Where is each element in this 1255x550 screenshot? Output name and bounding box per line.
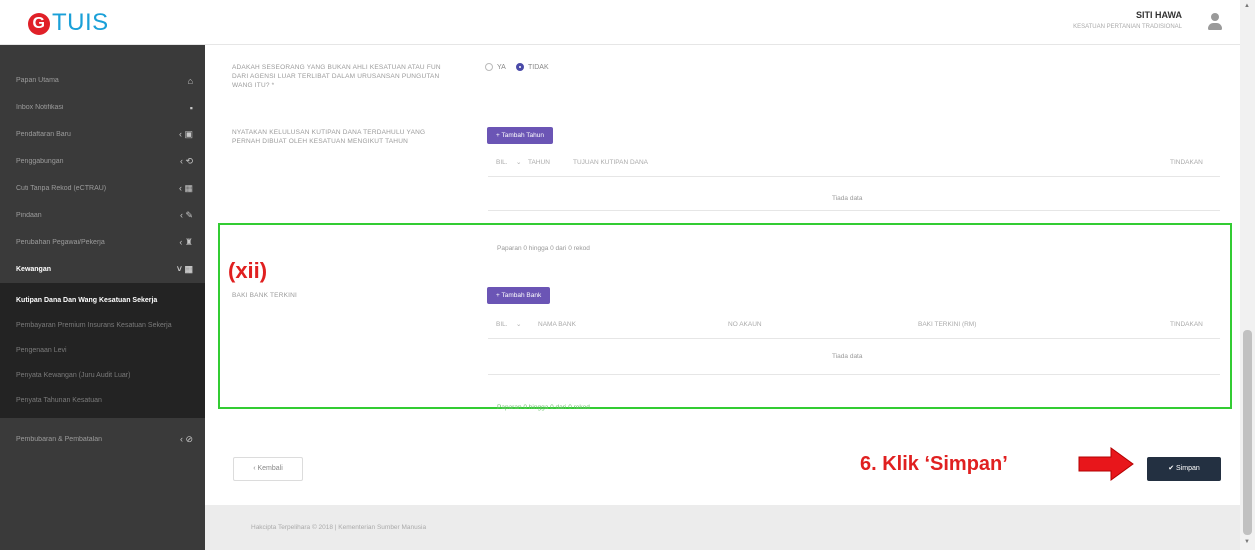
submenu-premium-insurans[interactable]: Pembayaran Premium Insurans Kesatuan Sek… xyxy=(0,313,205,338)
table-bank-header: BIL. ⌄ NAMA BANK NO AKAUN BAKI TERKINI (… xyxy=(488,310,1220,339)
sidebar-item-label: Inbox Notifikasi xyxy=(16,104,64,111)
sidebar-item-papan-utama[interactable]: Papan Utama ⌂ xyxy=(0,67,205,94)
col-bil: BIL. xyxy=(496,158,508,166)
sidebar-item-label: Pembubaran & Pembatalan xyxy=(16,436,102,443)
merge-icon: ‹ ⟲ xyxy=(179,156,193,166)
col-no-akaun[interactable]: NO AKAUN xyxy=(728,321,918,328)
sidebar-item-label: Pendaftaran Baru xyxy=(16,131,71,138)
user-info[interactable]: SITI HAWA KESATUAN PERTANIAN TRADISIONAL xyxy=(1073,10,1182,30)
document-icon: ‹ ▣ xyxy=(178,129,193,139)
annotation-label-xii: (xii) xyxy=(228,258,268,283)
finance-icon: ˅ ▦ xyxy=(176,264,193,274)
users-icon: ‹ ♜ xyxy=(179,237,193,247)
sidebar-item-perubahan[interactable]: Perubahan Pegawai/Pekerja ‹ ♜ xyxy=(0,229,205,256)
paging-info-bank: Paparan 0 hingga 0 dari 0 rekod xyxy=(497,404,590,411)
sidebar-item-pindaan[interactable]: Pindaan ‹ ✎ xyxy=(0,202,205,229)
table-bank-empty: Tiada data xyxy=(832,353,863,360)
sidebar-item-label: Perubahan Pegawai/Pekerja xyxy=(16,239,105,246)
col-bil: BIL. xyxy=(496,320,508,328)
question-external-agency: ADAKAH SESEORANG YANG BUKAN AHLI KESATUA… xyxy=(232,64,441,89)
scrollbar[interactable]: ▲ ▼ xyxy=(1240,0,1255,550)
radio-ya-circle[interactable] xyxy=(485,63,493,71)
sidebar-item-kewangan[interactable]: Kewangan ˅ ▦ xyxy=(0,256,205,283)
footer: Hakcipta Terpelihara © 2018 | Kementeria… xyxy=(205,505,1240,550)
paging-info-year: Paparan 0 hingga 0 dari 0 rekod xyxy=(497,245,590,252)
sidebar-submenu: Kutipan Dana Dan Wang Kesatuan Sekerja P… xyxy=(0,283,205,418)
sidebar-item-label: Penggabungan xyxy=(16,158,64,165)
submenu-penyata-tahunan[interactable]: Penyata Tahunan Kesatuan xyxy=(0,388,205,418)
table-year-empty: Tiada data xyxy=(832,195,863,202)
submenu-pengenaan-levi[interactable]: Pengenaan Levi xyxy=(0,338,205,363)
annotation-step-6: 6. Klik ‘Simpan’ xyxy=(860,453,1008,475)
user-name: SITI HAWA xyxy=(1135,10,1182,20)
submenu-kutipan-dana[interactable]: Kutipan Dana Dan Wang Kesatuan Sekerja xyxy=(0,283,205,313)
grid-icon: ‹ ▦ xyxy=(178,183,193,193)
col-tindakan: TINDAKAN xyxy=(1170,158,1203,166)
scroll-up-icon[interactable]: ▲ xyxy=(1244,3,1250,9)
sidebar-item-penggabungan[interactable]: Penggabungan ‹ ⟲ xyxy=(0,148,205,175)
user-org: KESATUAN PERTANIAN TRADISIONAL xyxy=(1073,24,1182,30)
footer-text: Hakcipta Terpelihara © 2018 | Kementeria… xyxy=(251,524,427,531)
question-bank-balance: BAKI BANK TERKINI xyxy=(232,292,298,299)
annotation-arrow-icon xyxy=(1078,447,1134,481)
radio-tidak[interactable]: TIDAK xyxy=(516,63,549,71)
radio-ya[interactable]: YA xyxy=(485,63,506,71)
logo-mark: G xyxy=(28,13,50,35)
sidebar: Papan Utama ⌂ Inbox Notifikasi ▪ Pendaftar… xyxy=(0,45,205,550)
sidebar-item-cuti[interactable]: Cuti Tanpa Rekod (eCTRAU) ‹ ▦ xyxy=(0,175,205,202)
cancel-icon: ‹ ⊘ xyxy=(179,434,193,444)
table-year-header: BIL. ⌄ TAHUN TUJUAN KUTIPAN DANA TINDAKA… xyxy=(488,148,1220,177)
logo-text: TUIS xyxy=(52,9,109,36)
radio-tidak-label: TIDAK xyxy=(528,63,549,71)
sidebar-item-label: Cuti Tanpa Rekod (eCTRAU) xyxy=(16,185,107,192)
chevron-down-icon[interactable]: ⌄ xyxy=(516,158,528,166)
add-bank-button[interactable]: + Tambah Bank xyxy=(487,287,551,304)
sidebar-item-label: Pindaan xyxy=(16,212,42,219)
scroll-down-icon[interactable]: ▼ xyxy=(1244,539,1250,545)
col-nama-bank[interactable]: NAMA BANK xyxy=(528,321,728,328)
home-icon: ⌂ xyxy=(187,75,193,86)
chevron-down-icon[interactable]: ⌄ xyxy=(516,320,528,328)
col-tindakan: TINDAKAN xyxy=(1170,320,1203,328)
divider xyxy=(488,210,1220,211)
avatar-icon[interactable] xyxy=(1207,13,1223,31)
sidebar-item-label: Kewangan xyxy=(16,266,52,273)
sidebar-item-label: Papan Utama xyxy=(16,77,59,84)
radio-ya-label: YA xyxy=(497,63,506,71)
save-button[interactable]: ✔ Simpan xyxy=(1147,457,1221,481)
col-baki[interactable]: BAKI TERKINI (RM) xyxy=(918,321,1170,328)
submenu-penyata-kewangan[interactable]: Penyata Kewangan (Juru Audit Luar) xyxy=(0,363,205,388)
col-tujuan[interactable]: TUJUAN KUTIPAN DANA xyxy=(573,159,1170,166)
sidebar-item-inbox[interactable]: Inbox Notifikasi ▪ xyxy=(0,94,205,121)
back-button[interactable]: ‹ Kembali xyxy=(233,457,303,481)
col-tahun[interactable]: TAHUN xyxy=(528,159,573,166)
divider xyxy=(488,374,1220,375)
radio-tidak-circle[interactable] xyxy=(516,63,524,71)
inbox-icon: ▪ xyxy=(189,102,193,113)
sidebar-item-pembubaran[interactable]: Pembubaran & Pembatalan ‹ ⊘ xyxy=(0,426,205,453)
question-previous-approvals: NYATAKAN KELULUSAN KUTIPAN DANA TERDAHUL… xyxy=(232,129,426,145)
edit-icon: ‹ ✎ xyxy=(179,210,193,220)
app-logo[interactable]: G TUIS xyxy=(28,9,109,37)
scrollbar-thumb[interactable] xyxy=(1243,330,1252,535)
add-year-button[interactable]: + Tambah Tahun xyxy=(487,127,554,144)
top-bar: G TUIS SITI HAWA KESATUAN PERTANIAN TRADI… xyxy=(0,0,1240,45)
sidebar-item-pendaftaran[interactable]: Pendaftaran Baru ‹ ▣ xyxy=(0,121,205,148)
